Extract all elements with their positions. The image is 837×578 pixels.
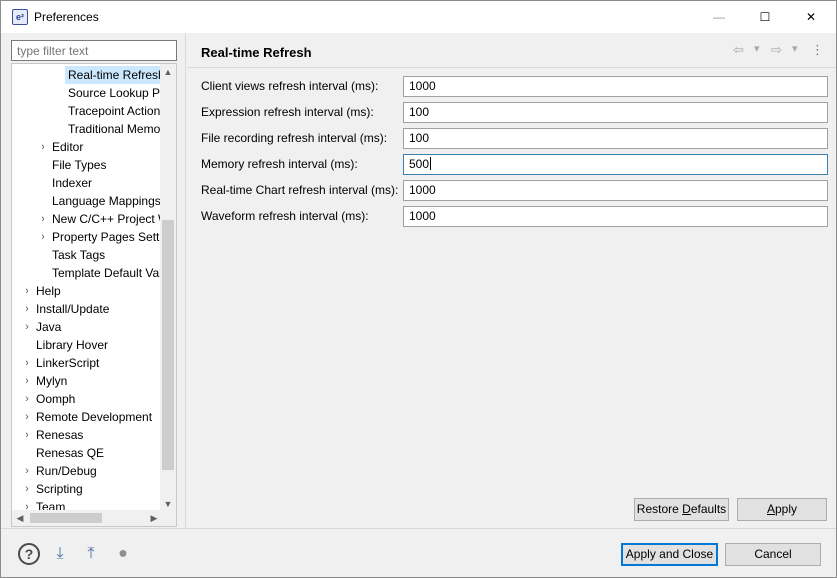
panel-sash[interactable] (185, 33, 186, 528)
tree-item[interactable]: Property Pages Settin (49, 228, 162, 246)
tree-item[interactable]: Indexer (49, 174, 95, 192)
interval-value: 1000 (409, 79, 436, 93)
expand-chevron-icon[interactable]: › (38, 138, 48, 156)
tree-item[interactable]: Java (33, 318, 64, 336)
tree-item[interactable]: Install/Update (33, 300, 112, 318)
expand-chevron-icon[interactable]: › (22, 426, 32, 444)
interval-input[interactable]: 1000 (403, 76, 828, 97)
tree-item[interactable]: Mylyn (33, 372, 70, 390)
apply-mnemonic: A (766, 502, 775, 516)
tree-item[interactable]: New C/C++ Project W (49, 210, 162, 228)
page-header-divider (187, 67, 836, 68)
back-arrow-icon[interactable]: ⇦ (733, 42, 744, 58)
tree-item[interactable]: Task Tags (49, 246, 108, 264)
interval-value: 100 (409, 105, 430, 119)
expand-chevron-icon[interactable]: › (22, 318, 32, 336)
scroll-left-arrow-icon[interactable]: ◀ (12, 510, 28, 526)
tree-item[interactable]: Scripting (33, 480, 86, 498)
record-macro-icon[interactable]: ● (112, 543, 134, 565)
expand-chevron-icon[interactable]: › (22, 462, 32, 480)
restore-defaults-label-start: Restore (636, 502, 683, 516)
tree-horizontal-scrollbar[interactable]: ◀ ▶ (12, 510, 162, 526)
expand-chevron-icon[interactable]: › (22, 354, 32, 372)
interval-input[interactable]: 500 (403, 154, 828, 175)
field-label: Client views refresh interval (ms): (201, 79, 379, 93)
view-menu-icon[interactable]: ⋮ (811, 42, 824, 58)
page-navigation: ⇦ ▾ ⇨ ▾ ⋮ (733, 42, 829, 60)
field-label: Memory refresh interval (ms): (201, 157, 358, 171)
import-icon[interactable]: ⤓ (49, 543, 71, 565)
interval-input[interactable]: 100 (403, 102, 828, 123)
tree-item[interactable]: Help (33, 282, 64, 300)
expand-chevron-icon[interactable]: › (22, 372, 32, 390)
restore-defaults-label-end: efaults (690, 502, 727, 516)
expand-chevron-icon[interactable]: › (22, 408, 32, 426)
maximize-button[interactable]: ☐ (742, 1, 788, 33)
export-icon[interactable]: ⤒ (80, 543, 102, 565)
help-icon[interactable]: ? (18, 543, 40, 565)
interval-value: 1000 (409, 209, 436, 223)
restore-defaults-mnemonic: D (682, 502, 691, 516)
apply-button[interactable]: Apply (737, 498, 827, 521)
preferences-tree: Real-time Refresh Source Lookup Pa Tracepo… (11, 63, 177, 527)
tree-item[interactable]: Language Mappings (49, 192, 162, 210)
horizontal-scroll-thumb[interactable] (30, 513, 102, 523)
page-title: Real-time Refresh (201, 45, 312, 60)
tree-item[interactable]: Library Hover (33, 336, 111, 354)
scroll-up-arrow-icon[interactable]: ▲ (160, 64, 176, 80)
interval-input[interactable]: 1000 (403, 180, 828, 201)
interval-input[interactable]: 100 (403, 128, 828, 149)
forward-dropdown-icon[interactable]: ▾ (792, 42, 798, 55)
expand-chevron-icon[interactable]: › (38, 228, 48, 246)
interval-value: 100 (409, 131, 430, 145)
footer-divider (1, 528, 836, 529)
expand-chevron-icon[interactable]: › (22, 390, 32, 408)
preferences-window: e² Preferences — ☐ ✕ Real-time RefreshSo… (0, 0, 837, 578)
app-icon: e² (12, 9, 28, 25)
tree-item[interactable]: Editor (49, 138, 86, 156)
scrollbar-corner (160, 510, 176, 526)
expand-chevron-icon[interactable]: › (22, 480, 32, 498)
tree-item[interactable]: Remote Development (33, 408, 155, 426)
interval-value: 1000 (409, 183, 436, 197)
tree-item[interactable]: Source Lookup Pa (65, 84, 162, 102)
tree-item[interactable]: File Types (49, 156, 109, 174)
title-bar: e² Preferences — ☐ ✕ (1, 1, 836, 33)
tree-item[interactable]: Renesas (33, 426, 86, 444)
apply-label-end: pply (775, 502, 798, 516)
interval-value: 500 (409, 157, 430, 171)
tree-item[interactable]: Tracepoint Actions (65, 102, 162, 120)
tree-item[interactable]: Renesas QE (33, 444, 107, 462)
field-label: Waveform refresh interval (ms): (201, 209, 369, 223)
close-button[interactable]: ✕ (788, 1, 834, 33)
tree-item[interactable]: Oomph (33, 390, 78, 408)
tree-item[interactable]: Traditional Memor (65, 120, 162, 138)
tree-item[interactable]: Template Default Valu (49, 264, 162, 282)
field-label: Real-time Chart refresh interval (ms): (201, 183, 399, 197)
back-dropdown-icon[interactable]: ▾ (754, 42, 760, 55)
field-label: File recording refresh interval (ms): (201, 131, 388, 145)
window-title: Preferences (34, 10, 99, 24)
expand-chevron-icon[interactable]: › (22, 300, 32, 318)
field-label: Expression refresh interval (ms): (201, 105, 374, 119)
expand-chevron-icon[interactable]: › (22, 282, 32, 300)
forward-arrow-icon[interactable]: ⇨ (771, 42, 782, 58)
apply-and-close-button[interactable]: Apply and Close (621, 543, 718, 566)
filter-input[interactable] (11, 40, 177, 61)
expand-chevron-icon[interactable]: › (38, 210, 48, 228)
interval-input[interactable]: 1000 (403, 206, 828, 227)
tree-items: Real-time Refresh Source Lookup Pa Tracepo… (12, 64, 162, 512)
tree-item[interactable]: LinkerScript (33, 354, 102, 372)
tree-vertical-scrollbar[interactable]: ▲ ▼ (160, 64, 176, 512)
tree-item[interactable]: Real-time Refresh (65, 66, 162, 84)
tree-item[interactable]: Run/Debug (33, 462, 100, 480)
text-caret (430, 157, 432, 170)
minimize-button[interactable]: — (696, 1, 742, 33)
vertical-scroll-thumb[interactable] (162, 220, 174, 470)
restore-defaults-button[interactable]: Restore Defaults (634, 498, 729, 521)
cancel-button[interactable]: Cancel (725, 543, 821, 566)
